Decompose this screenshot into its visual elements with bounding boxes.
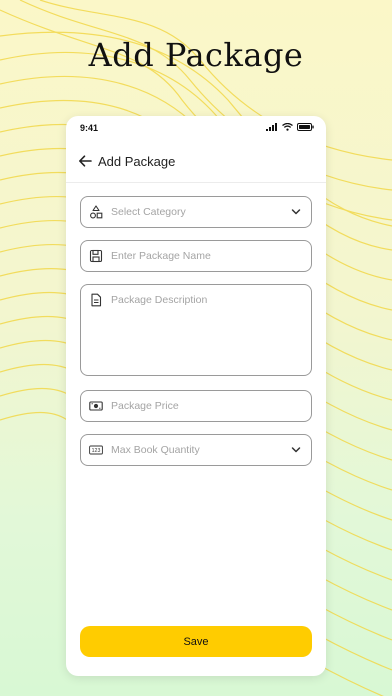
- phone-frame: 9:41 Add Package Select Category Enter P…: [66, 116, 326, 676]
- status-icons: [266, 123, 314, 131]
- header-divider: [66, 182, 326, 183]
- package-name-placeholder: Enter Package Name: [111, 250, 211, 262]
- package-price-placeholder: Package Price: [111, 400, 179, 412]
- package-description-placeholder: Package Description: [111, 294, 208, 306]
- package-description-textarea[interactable]: Package Description: [80, 284, 312, 376]
- page-title: Add Package: [98, 154, 176, 169]
- select-category-dropdown[interactable]: Select Category: [80, 196, 312, 228]
- max-book-quantity-dropdown[interactable]: 123 Max Book Quantity: [80, 434, 312, 466]
- status-time: 9:41: [80, 123, 99, 133]
- wifi-icon: [282, 123, 293, 131]
- money-icon: [89, 401, 103, 411]
- save-button[interactable]: Save: [80, 626, 312, 657]
- package-name-input[interactable]: Enter Package Name: [80, 240, 312, 272]
- back-arrow-icon[interactable]: [78, 154, 92, 168]
- battery-icon: [297, 123, 314, 131]
- hero-title: Add Package: [88, 36, 304, 74]
- app-header: Add Package: [66, 148, 326, 182]
- chevron-down-icon: [291, 209, 301, 215]
- package-price-input[interactable]: Package Price: [80, 390, 312, 422]
- svg-text:123: 123: [92, 448, 101, 454]
- max-book-quantity-placeholder: Max Book Quantity: [111, 444, 200, 456]
- cellular-signal-icon: [266, 123, 277, 131]
- select-category-placeholder: Select Category: [111, 206, 186, 218]
- save-icon: [89, 249, 103, 263]
- status-bar: 9:41: [66, 116, 326, 140]
- shapes-icon: [90, 205, 103, 219]
- document-icon: [91, 293, 102, 307]
- chevron-down-icon: [291, 447, 301, 453]
- numbers-icon: 123: [89, 445, 103, 455]
